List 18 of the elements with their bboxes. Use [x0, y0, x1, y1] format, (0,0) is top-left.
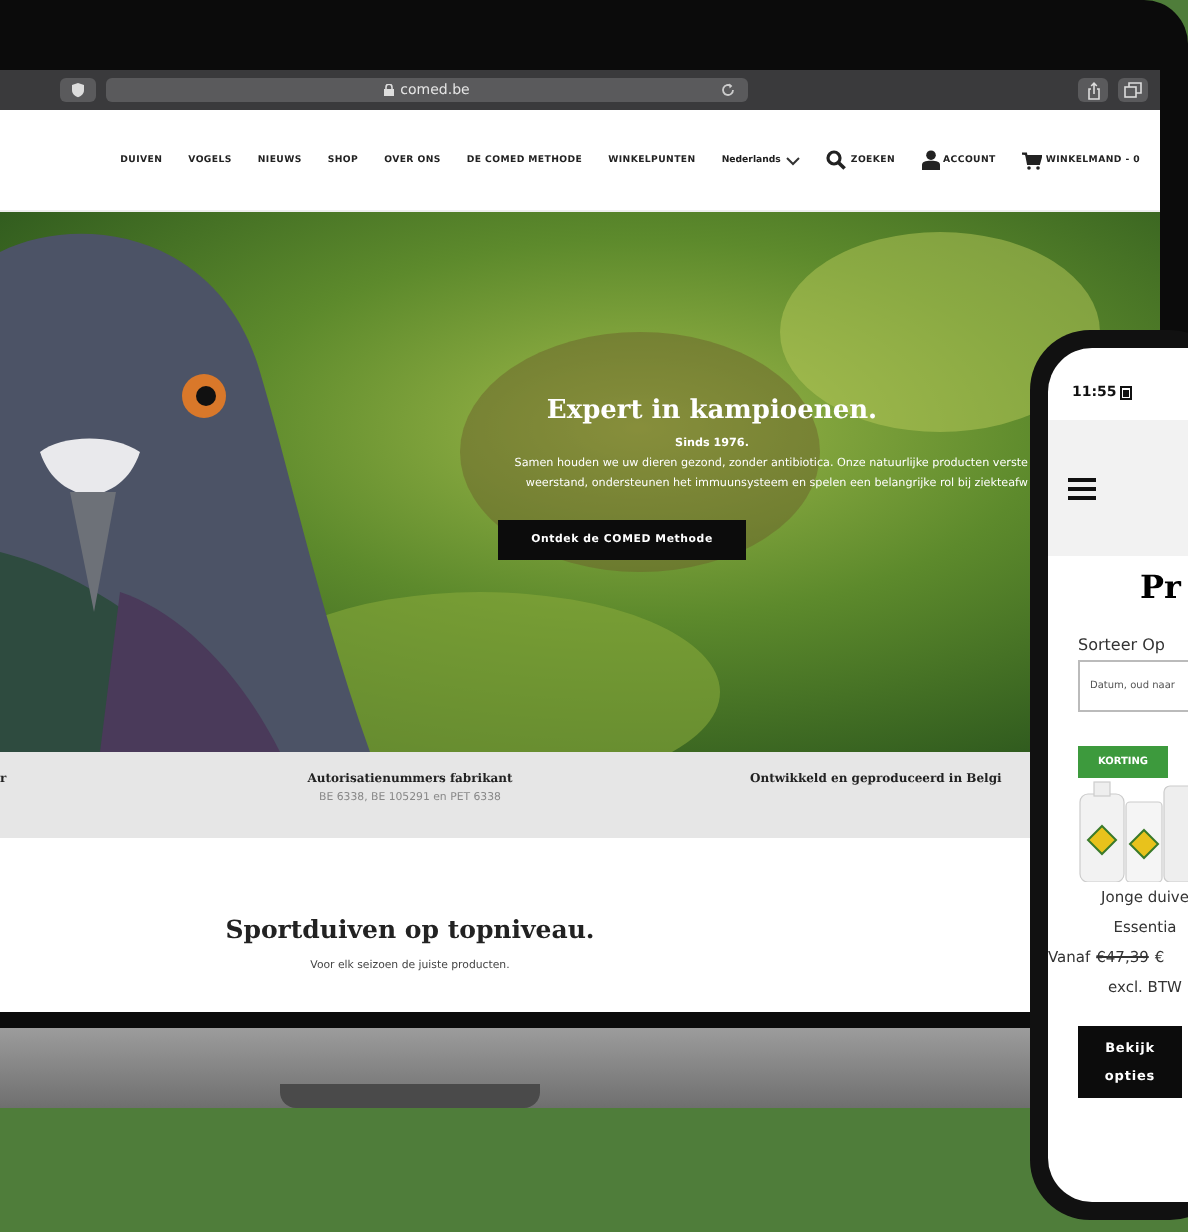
user-icon: [921, 150, 940, 170]
sort-label: Sorteer Op: [1076, 636, 1167, 654]
privacy-button[interactable]: [60, 78, 96, 102]
tabs-icon: [1124, 82, 1142, 98]
shield-icon: [70, 82, 86, 98]
section-title: Sportduiven op topniveau.: [225, 914, 595, 944]
page-heading: Pr: [1138, 568, 1184, 606]
reload-icon[interactable]: [720, 82, 736, 98]
share-button[interactable]: [1078, 78, 1108, 102]
menu-icon[interactable]: [1068, 477, 1096, 499]
lock-icon: [384, 84, 395, 96]
battery-icon: [1120, 385, 1133, 399]
chevron-down-icon: [786, 155, 801, 165]
hero-title: Expert in kampioenen.: [546, 396, 878, 426]
share-icon: [1085, 81, 1101, 99]
cart-icon: [1021, 151, 1042, 169]
tabs-button[interactable]: [1118, 78, 1148, 102]
search-icon: [826, 150, 847, 170]
